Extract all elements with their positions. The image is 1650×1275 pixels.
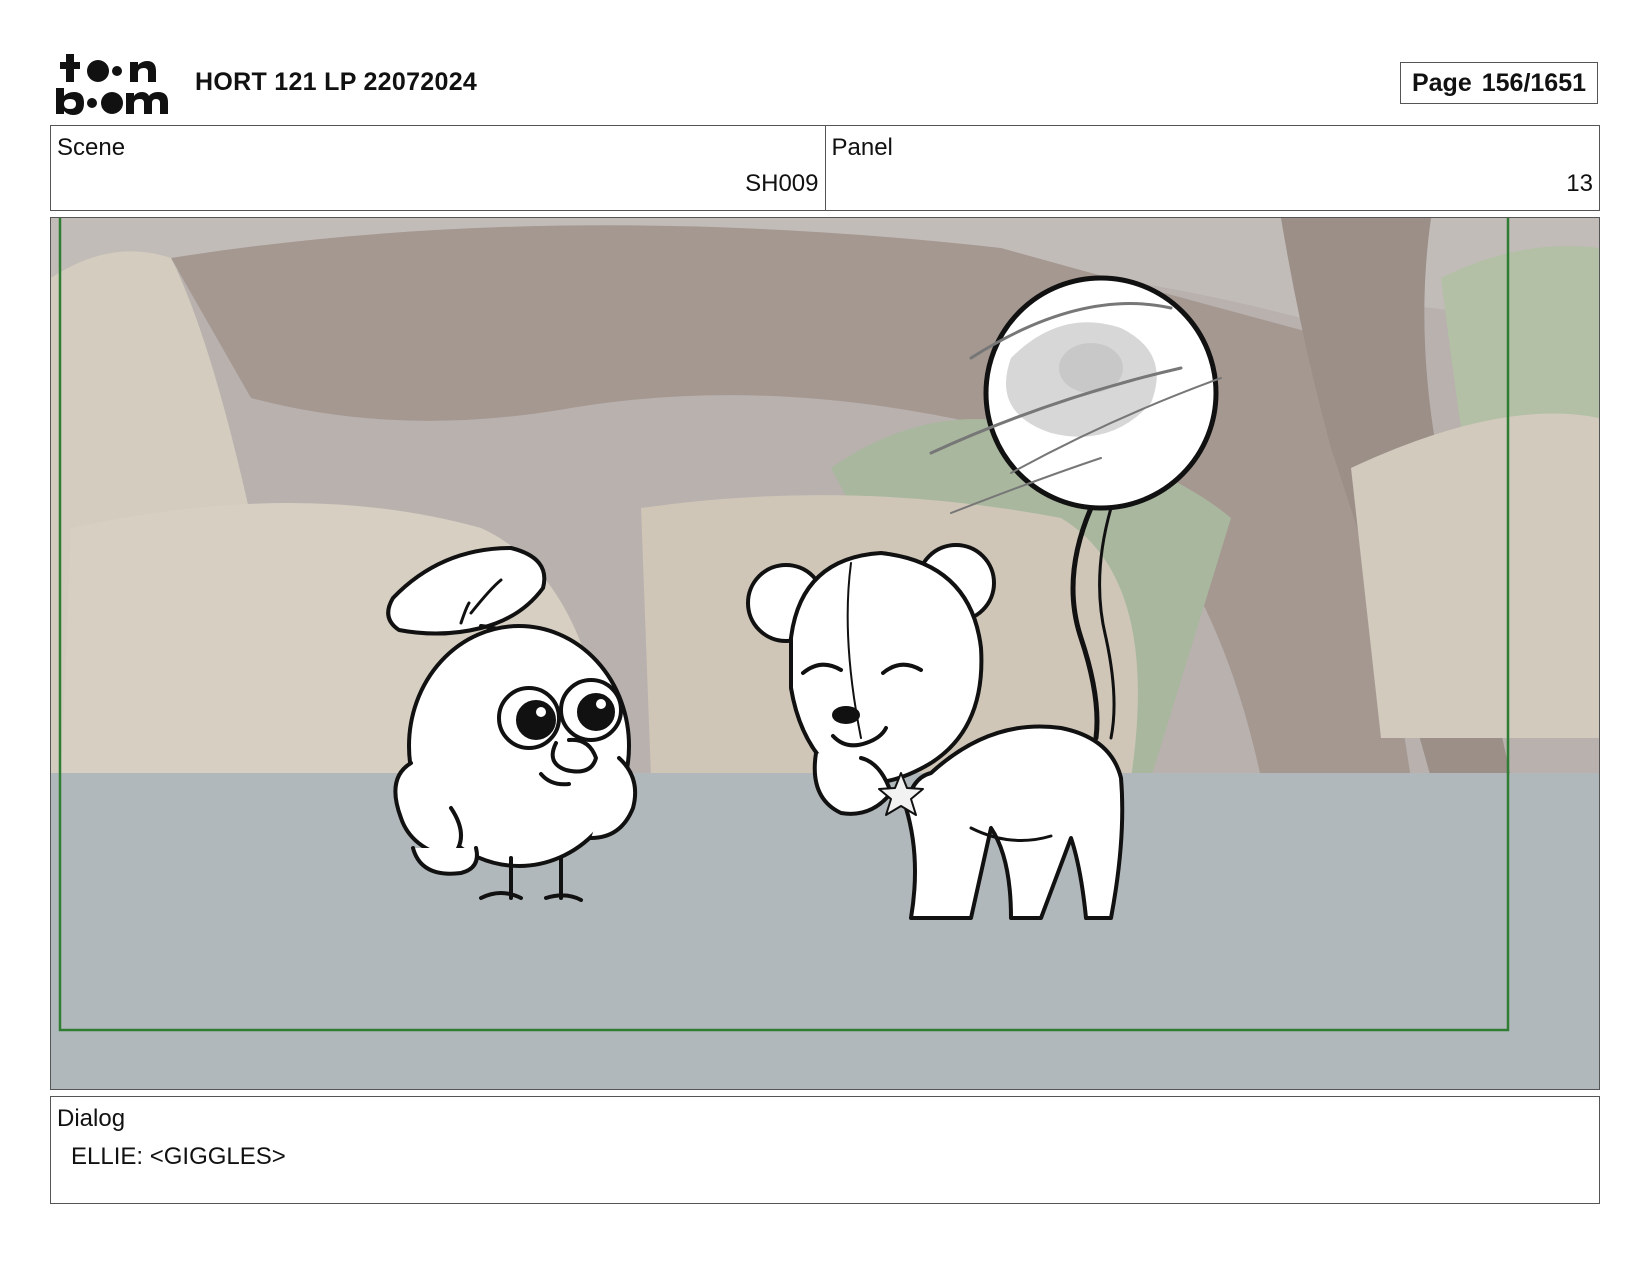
dialog-label: Dialog	[57, 1105, 126, 1132]
page-label: Page	[1411, 68, 1472, 97]
toon-boom-logo	[56, 54, 168, 115]
ground	[51, 773, 1599, 1089]
panel-value: 13	[1566, 170, 1593, 197]
panel-label: Panel	[831, 134, 893, 161]
page-indicator: Page 156/1651	[1400, 62, 1598, 104]
document-title: HORT 121 LP 22072024	[195, 68, 478, 96]
panel-artwork	[51, 218, 1599, 1089]
scene-panel-info: Scene SH009 Panel 13	[50, 125, 1600, 211]
scene-value: SH009	[745, 170, 819, 197]
dialog-section: Dialog ELLIE: <GIGGLES>	[50, 1096, 1600, 1204]
panel-cell: Panel 13	[824, 126, 1600, 210]
page-number: 156/1651	[1481, 68, 1587, 97]
storyboard-panel	[50, 217, 1600, 1090]
rock-right	[1351, 413, 1599, 738]
scene-cell: Scene SH009	[51, 126, 825, 210]
scene-label: Scene	[57, 134, 126, 161]
dialog-line: ELLIE: <GIGGLES>	[71, 1143, 286, 1170]
